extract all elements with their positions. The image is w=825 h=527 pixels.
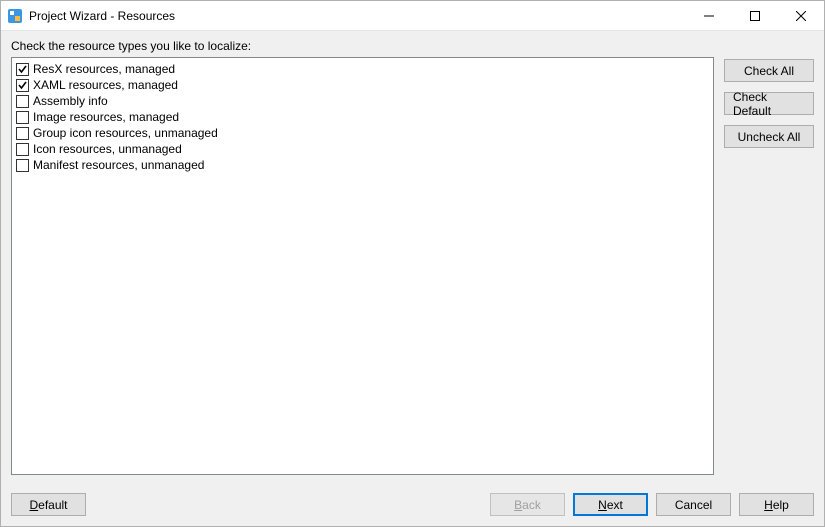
back-button[interactable]: Back — [490, 493, 565, 516]
titlebar: Project Wizard - Resources — [1, 1, 824, 31]
close-button[interactable] — [778, 1, 824, 30]
maximize-button[interactable] — [732, 1, 778, 30]
footer-buttons: Default Back Next Cancel Help — [11, 475, 814, 516]
default-button[interactable]: Default — [11, 493, 86, 516]
resource-label: ResX resources, managed — [33, 63, 175, 76]
resource-listbox[interactable]: ResX resources, managed XAML resources, m… — [11, 57, 714, 475]
checkbox[interactable] — [16, 111, 29, 124]
side-button-column: Check All Check Default Uncheck All — [724, 57, 814, 475]
help-button[interactable]: Help — [739, 493, 814, 516]
resource-label: Assembly info — [33, 95, 108, 108]
resource-label: Group icon resources, unmanaged — [33, 127, 218, 140]
check-all-button[interactable]: Check All — [724, 59, 814, 82]
resource-label: XAML resources, managed — [33, 79, 178, 92]
app-icon — [7, 8, 23, 24]
checkbox[interactable] — [16, 63, 29, 76]
window-root: Project Wizard - Resources Check the res… — [0, 0, 825, 527]
resource-label: Icon resources, unmanaged — [33, 143, 182, 156]
instruction-label: Check the resource types you like to loc… — [11, 39, 814, 53]
resource-item[interactable]: Manifest resources, unmanaged — [15, 157, 710, 173]
check-default-button[interactable]: Check Default — [724, 92, 814, 115]
resource-label: Image resources, managed — [33, 111, 179, 124]
middle-row: ResX resources, managed XAML resources, m… — [11, 57, 814, 475]
resource-item[interactable]: Group icon resources, unmanaged — [15, 125, 710, 141]
next-button[interactable]: Next — [573, 493, 648, 516]
body-area: Check the resource types you like to loc… — [1, 31, 824, 526]
resource-item[interactable]: ResX resources, managed — [15, 61, 710, 77]
resource-item[interactable]: Icon resources, unmanaged — [15, 141, 710, 157]
checkbox[interactable] — [16, 95, 29, 108]
resource-item[interactable]: XAML resources, managed — [15, 77, 710, 93]
minimize-button[interactable] — [686, 1, 732, 30]
window-title: Project Wizard - Resources — [29, 9, 686, 23]
window-controls — [686, 1, 824, 30]
resource-item[interactable]: Image resources, managed — [15, 109, 710, 125]
checkbox[interactable] — [16, 127, 29, 140]
uncheck-all-button[interactable]: Uncheck All — [724, 125, 814, 148]
checkbox[interactable] — [16, 159, 29, 172]
resource-item[interactable]: Assembly info — [15, 93, 710, 109]
cancel-button[interactable]: Cancel — [656, 493, 731, 516]
checkbox[interactable] — [16, 143, 29, 156]
checkbox[interactable] — [16, 79, 29, 92]
resource-label: Manifest resources, unmanaged — [33, 159, 204, 172]
